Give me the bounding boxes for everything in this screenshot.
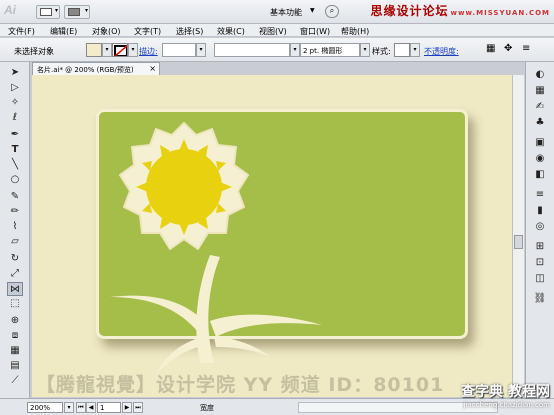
rotate-icon[interactable]: ↻ <box>7 252 23 266</box>
chevron-down-icon[interactable]: ▾ <box>196 43 206 57</box>
align-icon[interactable]: ⊞ <box>533 240 547 253</box>
chevron-down-icon[interactable]: ▼ <box>310 7 315 14</box>
eyedropper-icon[interactable]: ⟋ <box>7 374 23 388</box>
menu-select[interactable]: 选择(S) <box>176 26 203 37</box>
artboard-canvas[interactable] <box>32 75 512 397</box>
document-setup-icon[interactable]: ▦ <box>486 43 495 54</box>
direct-selection-icon[interactable]: ▷ <box>7 81 23 95</box>
menu-help[interactable]: 帮助(H) <box>341 26 369 37</box>
color-icon[interactable]: ◐ <box>533 68 547 81</box>
menu-window[interactable]: 窗口(W) <box>300 26 330 37</box>
transform-icon[interactable]: ⊡ <box>533 256 547 269</box>
lasso-icon[interactable]: ℓ <box>7 111 23 125</box>
variable-width-profile[interactable] <box>214 43 290 57</box>
close-icon[interactable]: × <box>149 64 156 73</box>
stroke-swatch[interactable] <box>112 43 128 57</box>
style-label: 样式: <box>372 47 391 56</box>
shape-builder-icon[interactable]: ⊕ <box>7 314 23 328</box>
appearance-icon[interactable]: ◉ <box>533 152 547 165</box>
brushes-icon[interactable]: ✍ <box>533 100 547 113</box>
links-icon[interactable]: ⛓ <box>533 292 547 305</box>
artboard-number-input[interactable]: 1 <box>97 402 121 413</box>
gradient-panel-icon[interactable]: ▮ <box>533 204 547 217</box>
fill-swatch[interactable] <box>86 43 102 57</box>
site-watermark: 查字典 教程网 jiaocheng.chazidian.com <box>461 384 550 409</box>
status-info[interactable]: 宽度 <box>200 403 214 413</box>
menu-bar: 文件(F) 编辑(E) 对象(O) 文字(T) 选择(S) 效果(C) 视图(V… <box>0 24 554 37</box>
selection-status: 未选择对象 <box>14 47 54 56</box>
app-logo: Ai <box>4 3 16 17</box>
stroke-icon[interactable]: ≡ <box>533 188 547 201</box>
chevron-down-icon[interactable]: ▾ <box>64 402 74 413</box>
scrollbar-thumb[interactable] <box>514 235 523 249</box>
scale-icon[interactable]: ⤢ <box>7 267 23 281</box>
graphic-styles-icon[interactable]: ▣ <box>533 136 547 149</box>
stroke-weight-input[interactable] <box>162 43 196 57</box>
magic-wand-icon[interactable]: ✧ <box>7 96 23 110</box>
next-artboard-icon[interactable]: ▶ <box>122 402 132 413</box>
graphic-style-swatch[interactable] <box>394 43 410 57</box>
selection-icon[interactable]: ➤ <box>7 66 23 80</box>
brush-definition-dropdown[interactable]: 2 pt. 椭圆形 <box>300 43 360 57</box>
chevron-down-icon[interactable]: ▾ <box>360 43 370 57</box>
last-artboard-icon[interactable]: ⏭ <box>133 402 143 413</box>
width-icon[interactable]: ⋈ <box>7 282 23 296</box>
ellipse-icon[interactable]: ○ <box>7 173 23 187</box>
free-transform-icon[interactable]: ⬚ <box>7 297 23 311</box>
pen-icon[interactable]: ✒ <box>7 128 23 142</box>
chevron-down-icon[interactable]: ▾ <box>102 43 112 57</box>
arrange-icon[interactable]: ✥ <box>504 43 512 54</box>
chevron-down-icon[interactable]: ▾ <box>290 43 300 57</box>
zoom-input[interactable]: 200% <box>27 402 63 413</box>
tools-panel: ➤ ▷ ✧ ℓ ✒ T ╲ ○ ✎ ✏ ⌇ ▱ ↻ ⤢ ⋈ ⬚ ⊕ ⧈ ▦ ▤ … <box>0 62 30 398</box>
menu-edit[interactable]: 编辑(E) <box>50 26 77 37</box>
control-bar: 未选择对象 ▾ ▾ 描边: ▾ ▾ 2 pt. 椭圆形 ▾ 样式: ▾ 不透明度… <box>0 38 554 62</box>
chevron-down-icon[interactable]: ▾ <box>128 43 138 57</box>
document-tab[interactable]: 名片.ai* @ 200% (RGB/预览) × <box>32 62 160 75</box>
gradient-icon[interactable]: ▤ <box>7 359 23 373</box>
line-icon[interactable]: ╲ <box>7 158 23 172</box>
opacity-link[interactable]: 不透明度: <box>424 46 459 57</box>
menu-object[interactable]: 对象(O) <box>92 26 121 37</box>
workspace-switcher[interactable]: 基本功能 <box>270 7 302 18</box>
pencil-icon[interactable]: ✏ <box>7 205 23 219</box>
menu-type[interactable]: 文字(T) <box>134 26 161 37</box>
perspective-icon[interactable]: ⧈ <box>7 329 23 343</box>
menu-view[interactable]: 视图(V) <box>259 26 287 37</box>
panel-dock: ◐ ▦ ✍ ♣ ▣ ◉ ◧ ≡ ▮ ◎ ⊞ ⊡ ◫ ⛓ <box>525 62 554 398</box>
flower-artwork[interactable] <box>32 75 512 397</box>
transparency-icon[interactable]: ◎ <box>533 220 547 233</box>
channel-watermark: 【腾龍視覺】设计学院 YY 频道 ID：80101 <box>36 374 445 396</box>
type-icon[interactable]: T <box>7 143 23 157</box>
menu-file[interactable]: 文件(F) <box>8 26 35 37</box>
menu-effect[interactable]: 效果(C) <box>217 26 245 37</box>
paintbrush-icon[interactable]: ✎ <box>7 190 23 204</box>
symbols-icon[interactable]: ♣ <box>533 116 547 129</box>
arrange-documents-button[interactable]: ▾ <box>64 5 90 19</box>
stroke-link[interactable]: 描边: <box>139 46 158 57</box>
search-icon[interactable]: ⌕ <box>325 5 339 18</box>
vertical-scrollbar[interactable] <box>512 75 524 397</box>
blob-brush-icon[interactable]: ⌇ <box>7 220 23 234</box>
mesh-icon[interactable]: ▦ <box>7 344 23 358</box>
first-artboard-icon[interactable]: ⏮ <box>76 402 86 413</box>
bridge-button[interactable]: ▾ <box>36 5 60 19</box>
eraser-icon[interactable]: ▱ <box>7 235 23 249</box>
pathfinder-icon[interactable]: ◫ <box>533 272 547 285</box>
layers-icon[interactable]: ◧ <box>533 168 547 181</box>
chevron-down-icon[interactable]: ▾ <box>410 43 420 57</box>
forum-watermark: 思缘设计论坛 www.MISSYUAN.COM <box>370 4 550 18</box>
prev-artboard-icon[interactable]: ◀ <box>86 402 96 413</box>
title-bar: Ai ▾ ▾ 基本功能 ▼ ⌕ 思缘设计论坛 www.MISSYUAN.COM <box>0 0 554 24</box>
panel-menu-icon[interactable]: ≡ <box>522 43 530 54</box>
swatches-icon[interactable]: ▦ <box>533 84 547 97</box>
